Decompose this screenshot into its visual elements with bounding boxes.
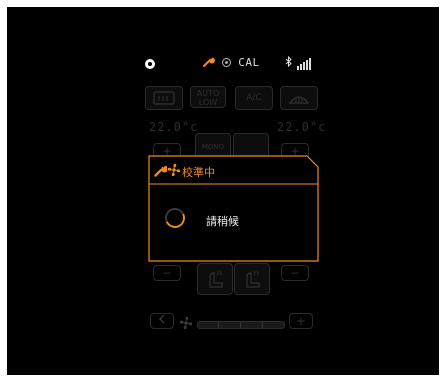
auto-sub-label: LOW [198,98,218,107]
front-defrost-icon [288,96,310,104]
ac-button[interactable]: A/C [235,86,273,110]
fan-decrease-button[interactable] [150,313,174,329]
seat-heat-icon [209,270,223,288]
fan-icon [222,58,232,67]
chevron-left-icon [159,314,165,324]
dialog-message: 請稍候 [206,215,239,228]
right-temp-decrease-button[interactable]: − [281,265,309,281]
calibration-dialog: 校準中 請稍候 [148,155,319,262]
rear-defrost-button[interactable] [145,86,183,110]
signal-icon [297,58,311,70]
front-defrost-button[interactable] [280,86,318,110]
mono-label: MONO [201,143,225,151]
wrench-icon [203,57,215,67]
circle-indicator-icon [145,59,155,69]
ac-label: A/C [246,93,262,103]
right-seat-heat-button[interactable] [234,263,270,295]
fan-icon [167,163,181,177]
calibration-indicator: CAL [203,56,260,69]
auto-label: AUTO [196,89,220,98]
left-seat-heat-button[interactable] [197,263,233,295]
auto-button[interactable]: AUTO LOW [190,86,226,108]
bluetooth-icon [285,55,292,70]
calibration-label: CAL [238,56,260,69]
fan-increase-button[interactable]: + [289,313,313,329]
left-temperature: 22.0°c [149,120,199,134]
screen: CAL AUTO LOW A/C 22.0°c 22.0°c + + MONO … [7,7,439,375]
right-temperature: 22.0°c [277,120,327,134]
left-temp-decrease-button[interactable]: − [153,265,181,281]
fan-speed-slider[interactable] [197,321,285,329]
wrench-icon [154,165,167,177]
status-bar: CAL [7,55,439,75]
fan-icon [179,316,193,330]
dialog-title: 校準中 [182,166,215,179]
rear-defrost-icon [153,91,175,105]
device-screen-frame: CAL AUTO LOW A/C 22.0°c 22.0°c + + MONO … [7,7,439,375]
seat-heat-icon [246,270,260,288]
